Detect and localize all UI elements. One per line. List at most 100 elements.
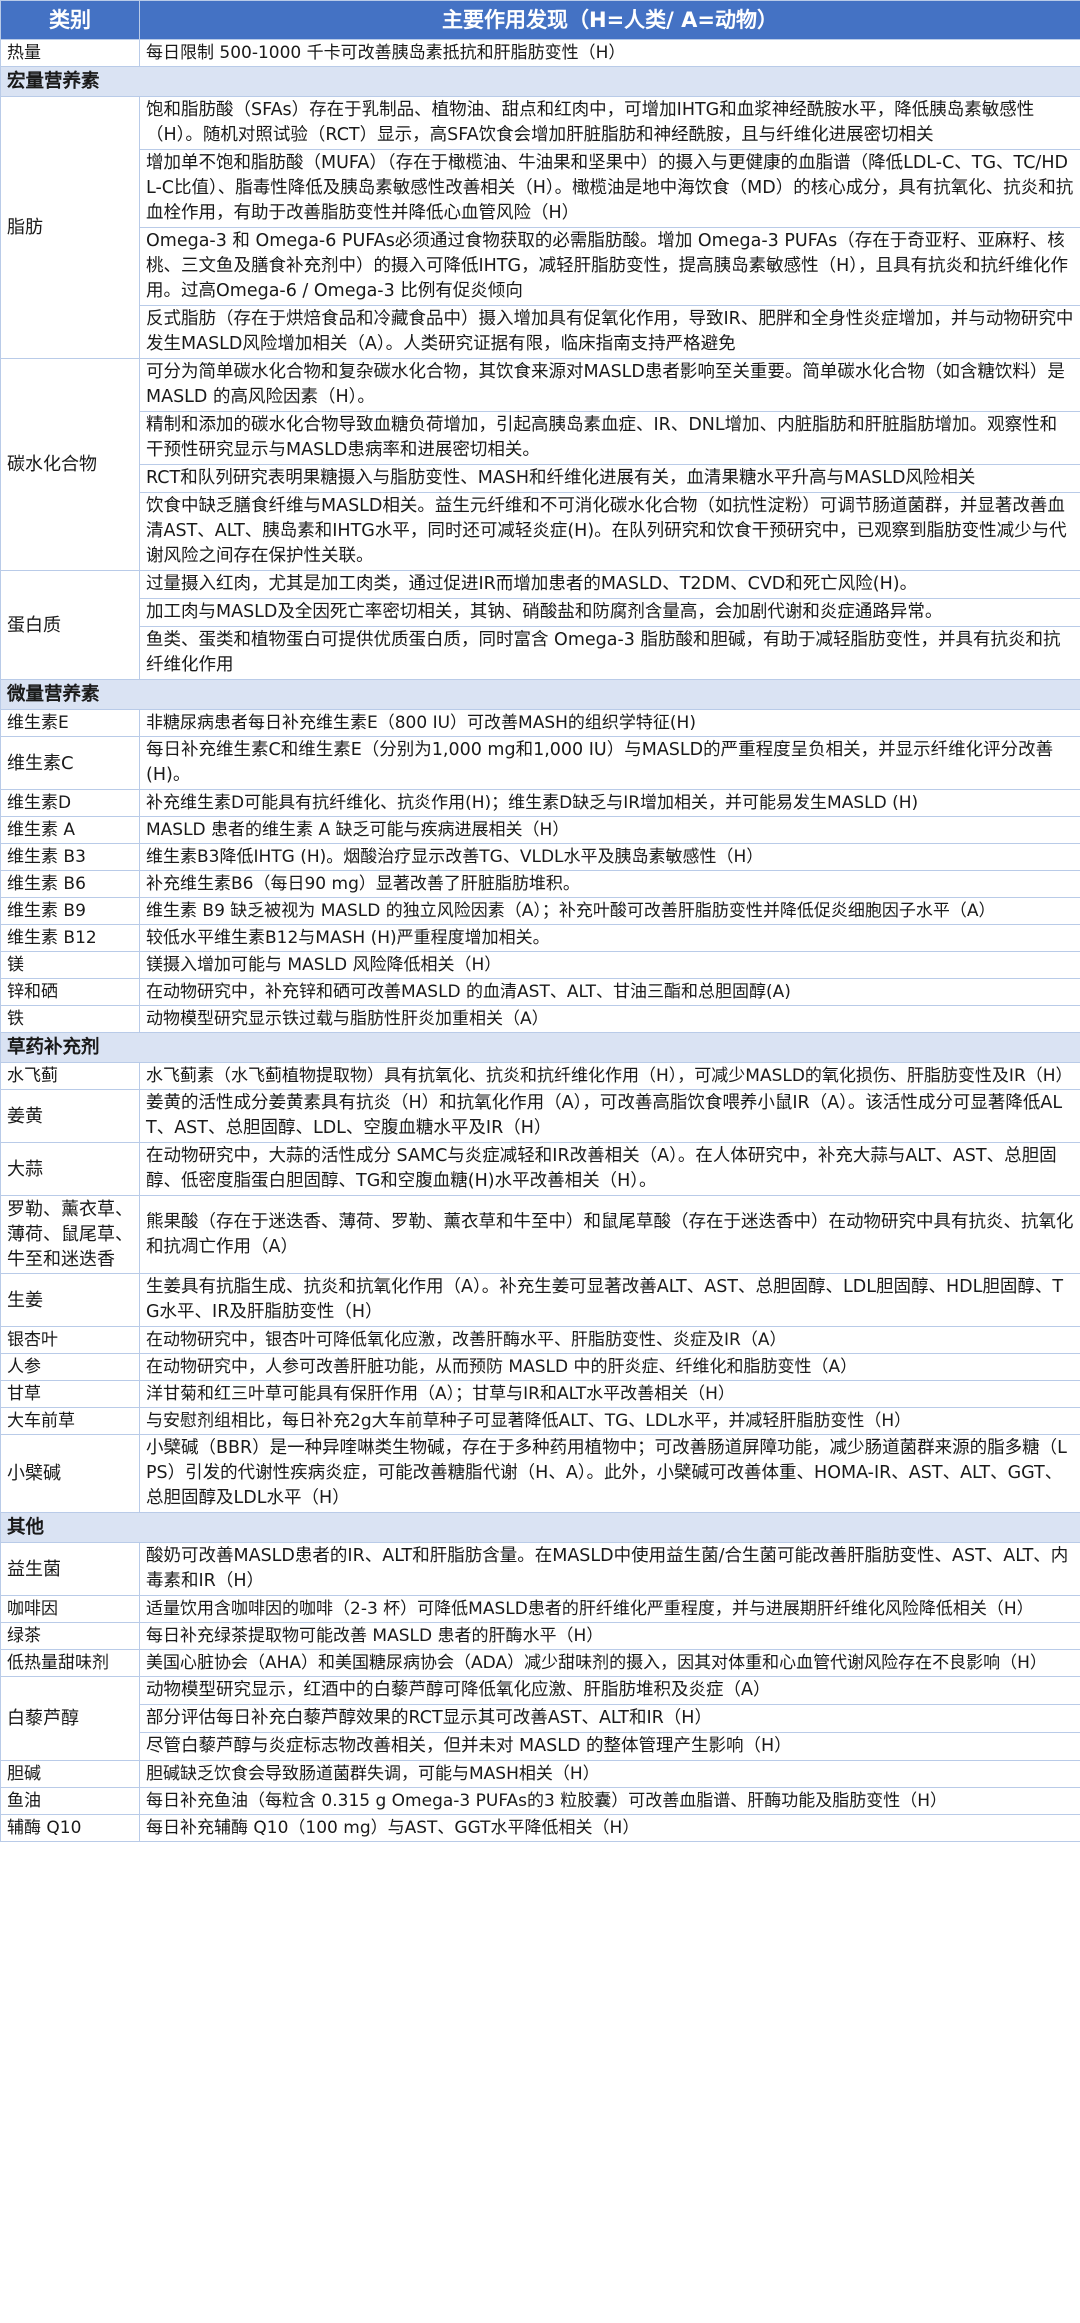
finding-cell: 加工肉与MASLD及全因死亡率密切相关，其钠、硝酸盐和防腐剂含量高，会加剧代谢和… [139,598,1080,627]
table-row: 人参 在动物研究中，人参可改善肝脏功能，从而预防 MASLD 中的肝炎症、纤维化和… [0,1353,1080,1381]
finding-cell: 适量饮用含咖啡因的咖啡（2-3 杯）可降低MASLD患者的肝纤维化严重程度，并与… [139,1595,1080,1623]
table-row: 维生素E 非糖尿病患者每日补充维生素E（800 IU）可改善MASH的组织学特征(… [0,709,1080,737]
finding-cell: 水飞蓟素（水飞蓟植物提取物）具有抗氧化、抗炎和抗纤维化作用（H），可减少MASL… [139,1062,1080,1090]
category-cell: 生姜 [0,1273,140,1327]
finding-cell: 可分为简单碳水化合物和复杂碳水化合物，其饮食来源对MASLD患者影响至关重要。简… [139,358,1080,412]
table-row: 部分评估每日补充白藜芦醇效果的RCT显示其可改善AST、ALT和IR（H） [1,1704,1080,1733]
finding-cell: 小檗碱（BBR）是一种异喹啉类生物碱，存在于多种药用植物中；可改善肠道屏障功能，… [139,1434,1080,1513]
table-row: 加工肉与MASLD及全因死亡率密切相关，其钠、硝酸盐和防腐剂含量高，会加剧代谢和… [1,598,1080,627]
category-cell: 维生素 A [0,816,140,844]
category-cell: 蛋白质 [0,570,140,680]
table-row: 大蒜 在动物研究中，大蒜的活性成分 SAMC与炎症减轻和IR改善相关（A）。在人体… [0,1142,1080,1196]
category-cell: 绿茶 [0,1622,140,1650]
table-row: 饮食中缺乏膳食纤维与MASLD相关。益生元纤维和不可消化碳水化合物（如抗性淀粉）… [1,492,1080,571]
table-row: RCT和队列研究表明果糖摄入与脂肪变性、MASH和纤维化进展有关，血清果糖水平升… [1,464,1080,493]
section-title: 宏量营养素 [0,66,1080,97]
finding-cell: 每日补充维生素C和维生素E（分别为1,000 mg和1,000 IU）与MASL… [139,736,1080,790]
table-row: 益生菌 酸奶可改善MASLD患者的IR、ALT和肝脂肪含量。在MASLD中使用益生… [0,1542,1080,1596]
finding-cell: 在动物研究中，银杏叶可降低氧化应激，改善肝酶水平、肝脂肪变性、炎症及IR（A） [139,1326,1080,1354]
finding-cell: 维生素B3降低IHTG (H)。烟酸治疗显示改善TG、VLDL水平及胰岛素敏感性… [139,843,1080,871]
table-row: 甘草 洋甘菊和红三叶草可能具有保肝作用（A）；甘草与IR和ALT水平改善相关（H） [0,1380,1080,1408]
category-cell: 咖啡因 [0,1595,140,1623]
table-row: 鱼类、蛋类和植物蛋白可提供优质蛋白质，同时富含 Omega-3 脂肪酸和胆碱，有… [1,626,1080,680]
category-cell: 小檗碱 [0,1434,140,1513]
table-row: 大车前草 与安慰剂组相比，每日补充2g大车前草种子可显著降低ALT、TG、LDL水… [0,1407,1080,1435]
category-cell: 鱼油 [0,1787,140,1815]
category-cell: 水飞蓟 [0,1062,140,1090]
table-row: 水飞蓟 水飞蓟素（水飞蓟植物提取物）具有抗氧化、抗炎和抗纤维化作用（H），可减少M… [0,1062,1080,1090]
finding-cell: 非糖尿病患者每日补充维生素E（800 IU）可改善MASH的组织学特征(H) [139,709,1080,737]
table-row: 镁镁摄入增加可能与 MASLD 风险降低相关（H） [0,951,1080,979]
section-header-row: 宏量营养素 [0,66,1080,97]
finding-cell: 与安慰剂组相比，每日补充2g大车前草种子可显著降低ALT、TG、LDL水平，并减… [139,1407,1080,1435]
table-row: 锌和硒 在动物研究中，补充锌和硒可改善MASLD 的血清AST、ALT、甘油三酯和… [0,978,1080,1006]
finding-cell: 酸奶可改善MASLD患者的IR、ALT和肝脂肪含量。在MASLD中使用益生菌/合… [139,1542,1080,1596]
finding-cell: 动物模型研究显示，红酒中的白藜芦醇可降低氧化应激、肝脂肪堆积及炎症（A） [139,1676,1080,1705]
finding-cell: 胆碱缺乏饮食会导致肠道菌群失调，可能与MASH相关（H） [139,1760,1080,1788]
category-cell: 热量 [0,39,140,67]
finding-cell: 每日补充鱼油（每粒含 0.315 g Omega-3 PUFAs的3 粒胶囊）可… [139,1787,1080,1815]
finding-cell: 生姜具有抗脂生成、抗炎和抗氧化作用（A）。补充生姜可显著改善ALT、AST、总胆… [139,1273,1080,1327]
category-cell: 大蒜 [0,1142,140,1196]
finding-cell: MASLD 患者的维生素 A 缺乏可能与疾病进展相关（H） [139,816,1080,844]
category-cell: 维生素 B6 [0,870,140,898]
section-title: 草药补充剂 [0,1032,1080,1063]
table-row: 银杏叶 在动物研究中，银杏叶可降低氧化应激，改善肝酶水平、肝脂肪变性、炎症及IR（… [0,1326,1080,1354]
table-row: 鱼油 每日补充鱼油（每粒含 0.315 g Omega-3 PUFAs的3 粒胶囊… [0,1787,1080,1815]
category-cell: 益生菌 [0,1542,140,1596]
finding-cell: 洋甘菊和红三叶草可能具有保肝作用（A）；甘草与IR和ALT水平改善相关（H） [139,1380,1080,1408]
table-row: 白藜芦醇 动物模型研究显示，红酒中的白藜芦醇可降低氧化应激、肝脂肪堆积及炎症（A） [0,1676,1080,1761]
category-cell: 维生素C [0,736,140,790]
category-cell: 白藜芦醇 [0,1676,140,1761]
finding-cell: 镁摄入增加可能与 MASLD 风险降低相关（H） [139,951,1080,979]
finding-cell: 尽管白藜芦醇与炎症标志物改善相关，但并未对 MASLD 的整体管理产生影响（H） [139,1732,1080,1761]
table-row: 咖啡因 适量饮用含咖啡因的咖啡（2-3 杯）可降低MASLD患者的肝纤维化严重程度… [0,1595,1080,1623]
finding-cell: 补充维生素B6（每日90 mg）显著改善了肝脏脂肪堆积。 [139,870,1080,898]
finding-cell: 过量摄入红肉，尤其是加工肉类，通过促进IR而增加患者的MASLD、T2DM、CV… [139,570,1080,599]
table-row: 增加单不饱和脂肪酸（MUFA）（存在于橄榄油、牛油果和坚果中）的摄入与更健康的血… [1,149,1080,228]
finding-cell: 增加单不饱和脂肪酸（MUFA）（存在于橄榄油、牛油果和坚果中）的摄入与更健康的血… [139,149,1080,228]
finding-cell: RCT和队列研究表明果糖摄入与脂肪变性、MASH和纤维化进展有关，血清果糖水平升… [139,464,1080,493]
table-row: 绿茶 每日补充绿茶提取物可能改善 MASLD 患者的肝酶水平（H） [0,1622,1080,1650]
table-row: 反式脂肪（存在于烘焙食品和冷藏食品中）摄入增加具有促氧化作用，导致IR、肥胖和全… [1,305,1080,359]
table-row: 辅酶 Q10 每日补充辅酶 Q10（100 mg）与AST、GGT水平降低相关（H… [0,1814,1080,1842]
category-cell: 维生素D [0,789,140,817]
table-row: 尽管白藜芦醇与炎症标志物改善相关，但并未对 MASLD 的整体管理产生影响（H） [1,1732,1080,1761]
finding-cell: 较低水平维生素B12与MASH (H)严重程度增加相关。 [139,924,1080,952]
table-row: 碳水化合物 可分为简单碳水化合物和复杂碳水化合物，其饮食来源对MASLD患者影响至… [0,358,1080,571]
finding-cell: 饱和脂肪酸（SFAs）存在于乳制品、植物油、甜点和红肉中，可增加IHTG和血浆神… [139,96,1080,150]
finding-cell: 熊果酸（存在于迷迭香、薄荷、罗勒、薰衣草和牛至中）和鼠尾草酸（存在于迷迭香中）在… [139,1195,1080,1274]
table-row: 维生素 B12 较低水平维生素B12与MASH (H)严重程度增加相关。 [0,924,1080,952]
finding-cell: 部分评估每日补充白藜芦醇效果的RCT显示其可改善AST、ALT和IR（H） [139,1704,1080,1733]
finding-cell: 反式脂肪（存在于烘焙食品和冷藏食品中）摄入增加具有促氧化作用，导致IR、肥胖和全… [139,305,1080,359]
category-cell: 锌和硒 [0,978,140,1006]
table-row: 胆碱 胆碱缺乏饮食会导致肠道菌群失调，可能与MASH相关（H） [0,1760,1080,1788]
finding-cell: 每日补充绿茶提取物可能改善 MASLD 患者的肝酶水平（H） [139,1622,1080,1650]
table-row: 罗勒、薰衣草、薄荷、鼠尾草、牛至和迷迭香 熊果酸（存在于迷迭香、薄荷、罗勒、薰衣草… [0,1195,1080,1274]
table-row: 维生素D 补充维生素D可能具有抗纤维化、抗炎作用(H)；维生素D缺乏与IR增加相关… [0,789,1080,817]
category-cell: 胆碱 [0,1760,140,1788]
table-row: 维生素 B3 维生素B3降低IHTG (H)。烟酸治疗显示改善TG、VLDL水平及… [0,843,1080,871]
table-row: 姜黄 姜黄的活性成分姜黄素具有抗炎（H）和抗氧化作用（A），可改善高脂饮食喂养小鼠… [0,1089,1080,1143]
finding-cell: 精制和添加的碳水化合物导致血糖负荷增加，引起高胰岛素血症、IR、DNL增加、内脏… [139,411,1080,465]
category-cell: 脂肪 [0,96,140,359]
finding-cell: 鱼类、蛋类和植物蛋白可提供优质蛋白质，同时富含 Omega-3 脂肪酸和胆碱，有… [139,626,1080,680]
table-row: 蛋白质 过量摄入红肉，尤其是加工肉类，通过促进IR而增加患者的MASLD、T2DM… [0,570,1080,680]
table-row: 小檗碱 小檗碱（BBR）是一种异喹啉类生物碱，存在于多种药用植物中；可改善肠道屏障… [0,1434,1080,1513]
finding-cell: 饮食中缺乏膳食纤维与MASLD相关。益生元纤维和不可消化碳水化合物（如抗性淀粉）… [139,492,1080,571]
table-row: 生姜 生姜具有抗脂生成、抗炎和抗氧化作用（A）。补充生姜可显著改善ALT、AST、… [0,1273,1080,1327]
finding-cell: 在动物研究中，大蒜的活性成分 SAMC与炎症减轻和IR改善相关（A）。在人体研究… [139,1142,1080,1196]
header-findings: 主要作用发现（H=人类/ A=动物） [139,0,1080,40]
table-body: 热量 每日限制 500-1000 千卡可改善胰岛素抵抗和肝脂肪变性（H） 宏量营养素… [0,39,1080,1842]
section-title: 微量营养素 [0,679,1080,710]
category-cell: 维生素 B9 [0,897,140,925]
header-category: 类别 [0,0,140,40]
category-cell: 镁 [0,951,140,979]
finding-cell: Omega-3 和 Omega-6 PUFAs必须通过食物获取的必需脂肪酸。增加… [139,227,1080,306]
section-header-row: 其他 [0,1512,1080,1543]
category-cell: 维生素E [0,709,140,737]
section-title: 其他 [0,1512,1080,1543]
category-cell: 维生素 B12 [0,924,140,952]
category-cell: 辅酶 Q10 [0,1814,140,1842]
category-cell: 铁 [0,1005,140,1033]
